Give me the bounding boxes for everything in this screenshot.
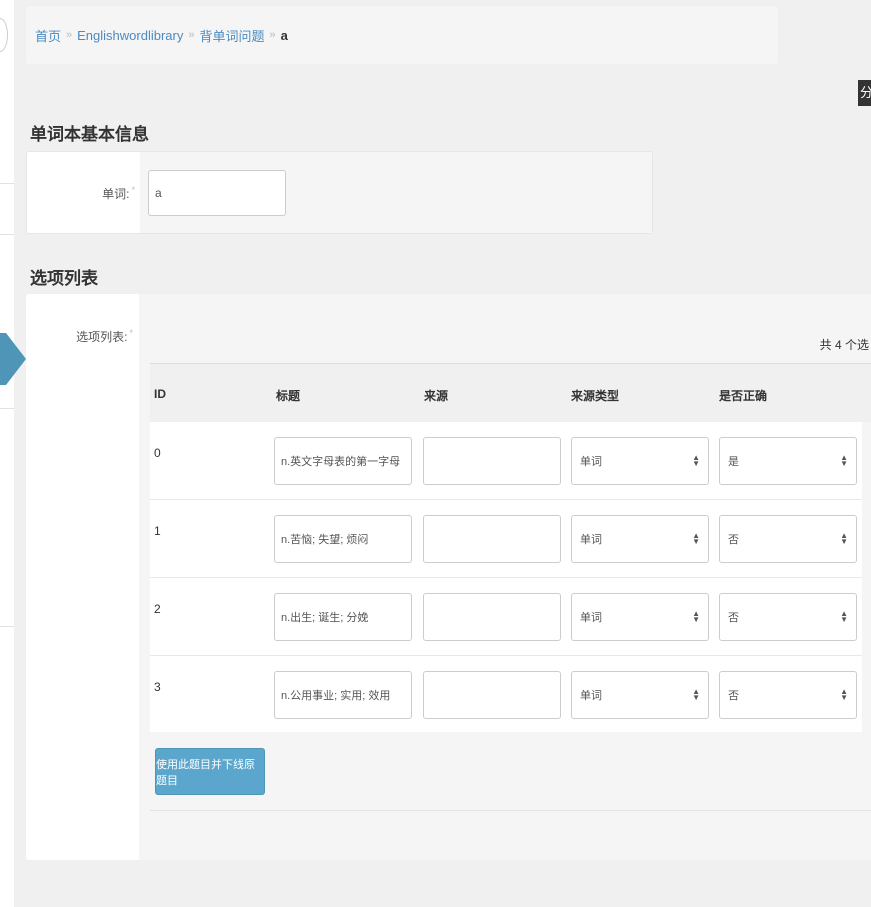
label-column: 单词: * xyxy=(27,152,140,233)
select-arrows-icon: ▲ ▼ xyxy=(840,531,848,546)
title-input-value: n.英文字母表的第一字母 xyxy=(281,456,401,468)
title-input-value: n.出生; 诞生; 分娩 xyxy=(281,612,369,624)
header-id: ID xyxy=(154,387,166,401)
header-source-type: 来源类型 xyxy=(571,389,620,403)
word-input[interactable]: a xyxy=(148,170,286,216)
table-row: 1 n.苦恼; 失望; 烦闷 单词 ▲ ▼ 否 ▲ ▼ xyxy=(150,500,862,578)
right-badge-label: 分 xyxy=(860,85,871,100)
source-input[interactable] xyxy=(423,515,561,563)
word-label-text: 单词: xyxy=(102,187,130,201)
title-input-value: n.苦恼; 失望; 烦闷 xyxy=(281,534,369,546)
is-correct-value: 是 xyxy=(728,456,739,468)
sidebar-divider xyxy=(0,234,14,235)
breadcrumb-home-link[interactable]: 首页 xyxy=(35,26,61,45)
breadcrumb-app-link[interactable]: Englishwordlibrary xyxy=(77,28,183,43)
source-type-select[interactable]: 单词 ▲ ▼ xyxy=(571,437,709,485)
section-title-basic-info: 单词本基本信息 xyxy=(30,125,149,144)
options-count: 共 4 个选 xyxy=(819,338,869,352)
header-is-correct: 是否正确 xyxy=(719,389,768,403)
title-input[interactable]: n.英文字母表的第一字母 xyxy=(274,437,412,485)
source-type-select[interactable]: 单词 ▲ ▼ xyxy=(571,515,709,563)
table-header: ID 标题 来源 来源类型 是否正确 xyxy=(150,363,871,422)
select-arrows-icon: ▲ ▼ xyxy=(692,531,700,546)
breadcrumb-separator: » xyxy=(66,29,73,41)
source-input[interactable] xyxy=(423,593,561,641)
word-input-value: a xyxy=(155,186,162,200)
breadcrumb-separator: » xyxy=(269,29,276,41)
right-floating-badge[interactable]: 分 xyxy=(858,80,871,106)
row-id: 0 xyxy=(154,446,161,460)
is-correct-select[interactable]: 否 ▲ ▼ xyxy=(719,593,857,641)
left-sidebar-edge xyxy=(0,0,14,907)
title-input[interactable]: n.公用事业; 实用; 效用 xyxy=(274,671,412,719)
source-type-value: 单词 xyxy=(580,690,602,702)
is-correct-value: 否 xyxy=(728,690,739,702)
section-title-options: 选项列表 xyxy=(30,269,98,288)
source-type-value: 单词 xyxy=(580,534,602,546)
table-footer: 使用此题目并下线原题目 xyxy=(150,732,871,811)
sidebar-toggle-arrow-icon[interactable] xyxy=(6,333,26,385)
title-input[interactable]: n.出生; 诞生; 分娩 xyxy=(274,593,412,641)
header-source: 来源 xyxy=(424,389,449,403)
select-arrows-icon: ▲ ▼ xyxy=(692,609,700,624)
source-type-value: 单词 xyxy=(580,456,602,468)
is-correct-select[interactable]: 否 ▲ ▼ xyxy=(719,671,857,719)
source-input[interactable] xyxy=(423,437,561,485)
select-arrows-icon: ▲ ▼ xyxy=(840,609,848,624)
use-question-button[interactable]: 使用此题目并下线原题目 xyxy=(155,748,265,795)
source-input[interactable] xyxy=(423,671,561,719)
breadcrumb-current: a xyxy=(280,27,288,43)
is-correct-value: 否 xyxy=(728,534,739,546)
required-mark: * xyxy=(131,185,135,195)
row-id: 1 xyxy=(154,524,161,538)
select-arrows-icon: ▲ ▼ xyxy=(692,687,700,702)
breadcrumb-model-link[interactable]: 背单词问题 xyxy=(199,26,264,45)
basic-info-panel: 单词: * a xyxy=(26,151,653,234)
header-title: 标题 xyxy=(276,389,301,403)
table-row: 0 n.英文字母表的第一字母 单词 ▲ ▼ 是 ▲ ▼ xyxy=(150,422,862,500)
breadcrumb: 首页 » Englishwordlibrary » 背单词问题 » a xyxy=(26,6,778,64)
source-type-select[interactable]: 单词 ▲ ▼ xyxy=(571,671,709,719)
table-row: 2 n.出生; 诞生; 分娩 单词 ▲ ▼ 否 ▲ ▼ xyxy=(150,578,862,656)
select-arrows-icon: ▲ ▼ xyxy=(692,453,700,468)
title-input-value: n.公用事业; 实用; 效用 xyxy=(281,690,391,702)
source-type-value: 单词 xyxy=(580,612,602,624)
required-mark: * xyxy=(129,328,133,338)
options-field-label: 选项列表: * xyxy=(26,328,133,345)
title-input[interactable]: n.苦恼; 失望; 烦闷 xyxy=(274,515,412,563)
row-id: 3 xyxy=(154,680,161,694)
table-row: 3 n.公用事业; 实用; 效用 单词 ▲ ▼ 否 ▲ ▼ xyxy=(150,656,862,734)
source-type-select[interactable]: 单词 ▲ ▼ xyxy=(571,593,709,641)
is-correct-select[interactable]: 是 ▲ ▼ xyxy=(719,437,857,485)
sidebar-divider xyxy=(0,626,14,627)
row-id: 2 xyxy=(154,602,161,616)
options-label-text: 选项列表: xyxy=(76,330,128,344)
is-correct-value: 否 xyxy=(728,612,739,624)
word-field-label: 单词: * xyxy=(102,185,135,202)
field-column: a xyxy=(140,152,652,233)
sidebar-divider xyxy=(0,408,14,409)
is-correct-select[interactable]: 否 ▲ ▼ xyxy=(719,515,857,563)
sidebar-divider xyxy=(0,183,14,184)
select-arrows-icon: ▲ ▼ xyxy=(840,687,848,702)
breadcrumb-separator: » xyxy=(188,29,195,41)
select-arrows-icon: ▲ ▼ xyxy=(840,453,848,468)
